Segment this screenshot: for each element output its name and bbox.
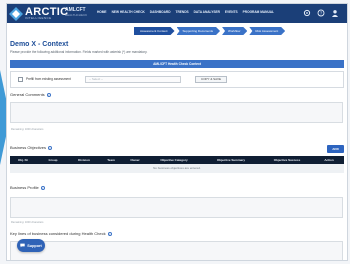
page-subtitle: Please provide the following additional …	[10, 50, 148, 54]
nav-home[interactable]: HOME	[97, 10, 107, 15]
arctic-logo-icon	[9, 6, 23, 21]
support-button-label: Support	[27, 243, 42, 248]
support-button[interactable]: Support	[17, 239, 45, 252]
top-navbar: ARCTIC INTELLIGENCE AMLCFT HEALTHCHECK H…	[7, 4, 347, 23]
info-icon[interactable]: i	[48, 145, 53, 151]
key-lines-textarea[interactable]	[10, 241, 343, 260]
chat-icon	[20, 243, 25, 248]
business-profile-label-text: Business Profile	[10, 185, 39, 190]
user-icon[interactable]	[331, 9, 339, 17]
prefill-label: Prefill from existing assessment	[26, 77, 71, 81]
help-icon[interactable]: ?	[317, 9, 325, 17]
column-header-objective-success[interactable]: Objective Success	[260, 156, 314, 164]
general-comments-counter: Remaining: 1000 characters	[11, 128, 44, 131]
general-comments-label-text: General Comments	[10, 92, 45, 97]
step-workflow[interactable]: Workflow	[222, 27, 247, 35]
add-objective-button[interactable]: ADD	[327, 145, 344, 153]
prefill-panel: Prefill from existing assessment -- Sele…	[10, 71, 344, 88]
step-risk-assessment[interactable]: Risk Assessment	[249, 27, 285, 35]
step-supporting-documents[interactable]: Supporting Documents	[177, 27, 221, 35]
business-objectives-table: Obj. Nr Group Division Team Owner Object…	[10, 156, 344, 173]
top-icons: ?	[303, 9, 339, 17]
page-title: Demo X - Context	[10, 41, 69, 48]
business-profile-label: Business Profile i	[10, 185, 45, 191]
column-header-group[interactable]: Group	[36, 156, 70, 164]
nav-program-manual[interactable]: PROGRAM MANUAL	[243, 10, 274, 15]
column-header-action[interactable]: Action	[314, 156, 344, 164]
product-subname: HEALTHCHECK	[65, 13, 88, 17]
svg-text:?: ?	[320, 11, 323, 16]
copy-and-save-button[interactable]: COPY & SAVE	[195, 76, 227, 83]
app-window: ARCTIC INTELLIGENCE AMLCFT HEALTHCHECK H…	[6, 3, 348, 261]
key-lines-label-text: Key lines of business considered during …	[10, 231, 106, 236]
column-header-division[interactable]: Division	[70, 156, 98, 164]
info-icon[interactable]: i	[40, 185, 45, 191]
business-profile-textarea[interactable]	[10, 197, 343, 218]
screen-frame: ARCTIC INTELLIGENCE AMLCFT HEALTHCHECK H…	[0, 0, 350, 264]
nav-events[interactable]: EVENTS	[225, 10, 238, 15]
column-header-obj-nr[interactable]: Obj. Nr	[10, 156, 36, 164]
column-header-owner[interactable]: Owner	[124, 156, 146, 164]
prefill-checkbox[interactable]	[18, 77, 23, 82]
nav-dashboard[interactable]: DASHBOARD	[150, 10, 171, 15]
section-header: AML/CFT Health Check Context	[10, 60, 344, 68]
prefill-assessment-select[interactable]: -- Select --	[85, 76, 181, 83]
workflow-stepper: Assessment Context Supporting Documents …	[134, 27, 287, 35]
column-header-objective-category[interactable]: Objective Category	[146, 156, 202, 164]
nav-new-health-check[interactable]: NEW HEALTH CHECK	[112, 10, 145, 15]
business-objectives-label-text: Business Objectives	[10, 145, 47, 150]
gear-icon[interactable]	[303, 9, 311, 17]
table-header-row: Obj. Nr Group Division Team Owner Object…	[10, 156, 344, 164]
column-header-objective-summary[interactable]: Objective Summary	[202, 156, 260, 164]
table-empty-row: No business objectives are entered.	[10, 164, 344, 173]
business-objectives-label: Business Objectives i	[10, 145, 53, 151]
step-assessment-context[interactable]: Assessment Context	[134, 27, 175, 35]
nav-trends[interactable]: TRENDS	[176, 10, 189, 15]
business-profile-counter: Remaining: 1000 characters	[11, 221, 44, 224]
nav-data-analyser[interactable]: DATA ANALYSER	[194, 10, 220, 15]
general-comments-label: General Comments i	[10, 92, 51, 98]
column-header-team[interactable]: Team	[98, 156, 124, 164]
key-lines-label: Key lines of business considered during …	[10, 231, 112, 237]
logo[interactable]: ARCTIC INTELLIGENCE	[9, 5, 68, 22]
info-icon[interactable]: i	[107, 231, 112, 237]
info-icon[interactable]: i	[46, 92, 51, 98]
main-nav: HOME NEW HEALTH CHECK DASHBOARD TRENDS D…	[97, 10, 274, 15]
general-comments-textarea[interactable]	[10, 102, 343, 123]
